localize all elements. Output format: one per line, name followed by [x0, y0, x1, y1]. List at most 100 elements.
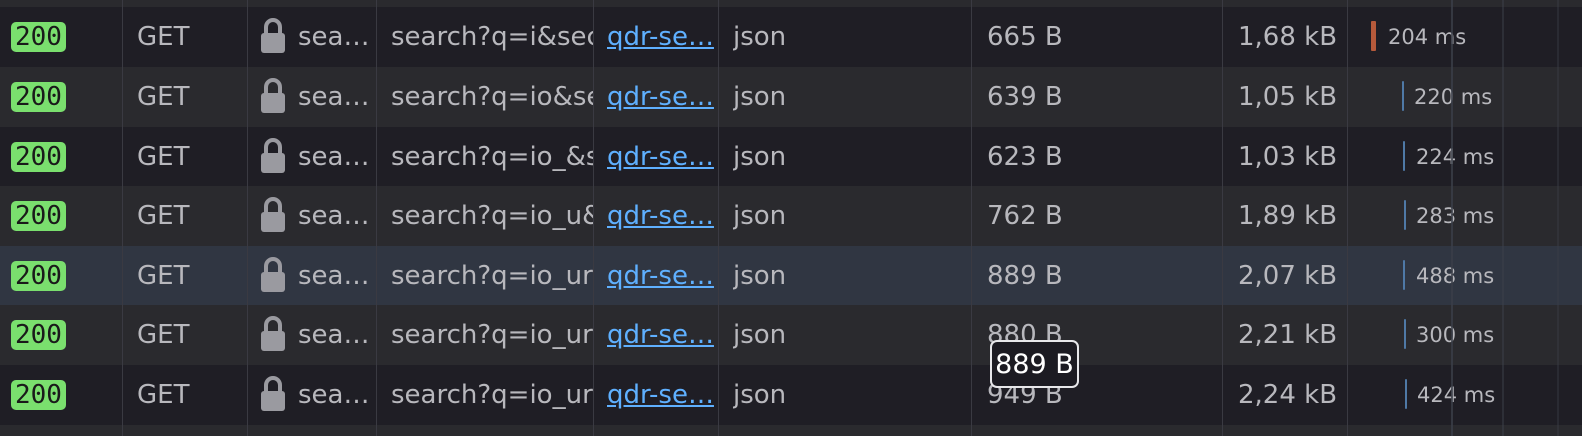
lock-icon	[260, 256, 286, 294]
domain-text: sea…	[298, 320, 370, 350]
method-cell: GET	[137, 82, 190, 112]
status-cell: 200	[11, 246, 121, 306]
waterfall-bar	[1403, 141, 1405, 171]
table-row[interactable]: 200 GET sea… search?q=io_&se qdr-se… jso…	[0, 127, 1582, 187]
domain-text: sea…	[298, 201, 370, 231]
waterfall-bar	[1405, 379, 1407, 409]
table-row[interactable]: 200 GET sea… search?q=io_u&s qdr-se… jso…	[0, 186, 1582, 246]
duration-label: 204 ms	[1388, 25, 1467, 49]
column-divider[interactable]	[376, 0, 377, 436]
lock-icon	[260, 315, 286, 353]
type-cell: json	[733, 261, 787, 291]
status-badge: 200	[11, 82, 66, 112]
waterfall-cell: 224 ms	[1355, 127, 1582, 187]
status-cell: 200	[11, 186, 121, 246]
initiator-link[interactable]: qdr-se…	[607, 305, 715, 365]
domain-cell: sea…	[260, 305, 372, 365]
table-row-selected[interactable]: 200 GET sea… search?q=io_ur& qdr-se… jso…	[0, 246, 1582, 306]
size-cell: 2,24 kB	[1238, 380, 1338, 410]
size-cell: 1,89 kB	[1238, 201, 1338, 231]
size-cell: 1,05 kB	[1238, 82, 1338, 112]
initiator-link[interactable]: qdr-se…	[607, 67, 715, 127]
domain-cell: sea…	[260, 186, 372, 246]
table-row[interactable]: 200 GET sea… search?q=i&sect qdr-se… jso…	[0, 7, 1582, 67]
type-cell: json	[733, 320, 787, 350]
duration-label: 283 ms	[1416, 204, 1495, 228]
duration-label: 224 ms	[1416, 145, 1495, 169]
transferred-cell: 889 B	[987, 261, 1063, 291]
waterfall-timing-line	[1557, 0, 1559, 436]
status-badge: 200	[11, 380, 66, 410]
waterfall-bar	[1403, 260, 1405, 290]
status-cell: 200	[11, 67, 121, 127]
table-row[interactable]: 200 GET sea… search?q=io&sec qdr-se… jso…	[0, 67, 1582, 127]
type-cell: json	[733, 142, 787, 172]
transferred-cell: 623 B	[987, 142, 1063, 172]
column-divider[interactable]	[122, 0, 123, 436]
status-badge: 200	[11, 22, 66, 52]
table-row[interactable]: 200 GET sea… search?q=io_urin qdr-se… js…	[0, 365, 1582, 425]
duration-label: 300 ms	[1416, 323, 1495, 347]
table-row[interactable]: 200 GET sea… search?q=io_urin qdr-se… js…	[0, 305, 1582, 365]
initiator-link[interactable]: qdr-se…	[607, 186, 715, 246]
lock-icon	[260, 137, 286, 175]
domain-cell: sea…	[260, 246, 372, 306]
method-cell: GET	[137, 261, 190, 291]
initiator-link[interactable]: qdr-se…	[607, 365, 715, 425]
status-badge: 200	[11, 201, 66, 231]
initiator-link[interactable]: qdr-se…	[607, 7, 715, 67]
column-divider[interactable]	[718, 0, 719, 436]
size-cell: 1,03 kB	[1238, 142, 1338, 172]
column-divider[interactable]	[247, 0, 248, 436]
row-partial-bottom	[0, 425, 1582, 436]
domain-text: sea…	[298, 380, 370, 410]
file-cell: search?q=io_u&s	[391, 201, 593, 231]
file-cell: search?q=io_ur&	[391, 261, 593, 291]
waterfall-cell: 204 ms	[1355, 7, 1582, 67]
column-divider[interactable]	[1222, 0, 1223, 436]
column-divider[interactable]	[593, 0, 594, 436]
method-cell: GET	[137, 320, 190, 350]
status-cell: 200	[11, 7, 121, 67]
file-cell: search?q=io_urin	[391, 380, 593, 410]
domain-cell: sea…	[260, 67, 372, 127]
type-cell: json	[733, 22, 787, 52]
status-cell: 200	[11, 127, 121, 187]
file-cell: search?q=io_&se	[391, 142, 593, 172]
waterfall-timing-line	[1502, 0, 1504, 436]
initiator-link[interactable]: qdr-se…	[607, 246, 715, 306]
waterfall-cell: 488 ms	[1355, 246, 1582, 306]
duration-label: 220 ms	[1414, 85, 1493, 109]
waterfall-bar	[1371, 21, 1376, 51]
status-badge: 200	[11, 142, 66, 172]
duration-label: 488 ms	[1416, 264, 1495, 288]
column-divider[interactable]	[971, 0, 972, 436]
status-badge: 200	[11, 261, 66, 291]
duration-label: 424 ms	[1417, 383, 1496, 407]
method-cell: GET	[137, 142, 190, 172]
domain-text: sea…	[298, 82, 370, 112]
waterfall-cell: 424 ms	[1355, 365, 1582, 425]
waterfall-cell: 283 ms	[1355, 186, 1582, 246]
column-divider[interactable]	[1347, 0, 1348, 436]
file-cell: search?q=i&sect	[391, 22, 593, 52]
size-cell: 1,68 kB	[1238, 22, 1338, 52]
domain-cell: sea…	[260, 7, 372, 67]
domain-cell: sea…	[260, 365, 372, 425]
domain-text: sea…	[298, 261, 370, 291]
waterfall-bar	[1404, 319, 1406, 349]
status-cell: 200	[11, 305, 121, 365]
size-cell: 2,07 kB	[1238, 261, 1338, 291]
domain-text: sea…	[298, 142, 370, 172]
status-cell: 200	[11, 365, 121, 425]
method-cell: GET	[137, 380, 190, 410]
file-cell: search?q=io_urin	[391, 320, 593, 350]
lock-icon	[260, 375, 286, 413]
transferred-cell: 639 B	[987, 82, 1063, 112]
file-cell: search?q=io&sec	[391, 82, 593, 112]
method-cell: GET	[137, 22, 190, 52]
method-cell: GET	[137, 201, 190, 231]
waterfall-cell: 300 ms	[1355, 305, 1582, 365]
waterfall-bar	[1404, 200, 1406, 230]
initiator-link[interactable]: qdr-se…	[607, 127, 715, 187]
